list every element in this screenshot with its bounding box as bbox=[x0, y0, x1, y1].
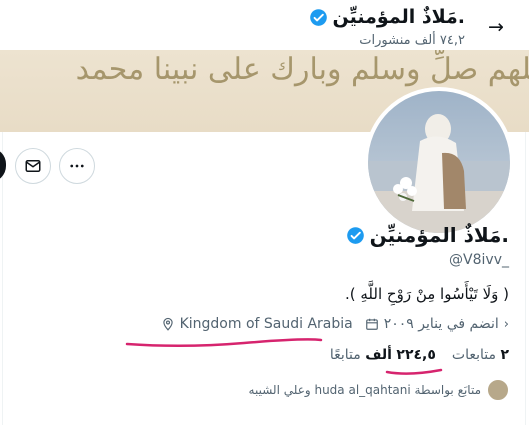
profile-bio: ( وَلَا تَيْأَسُوا مِنْ رَوْحِ اللَّهِ )… bbox=[344, 285, 509, 303]
back-button[interactable]: → bbox=[481, 12, 511, 42]
verified-badge-icon bbox=[309, 8, 327, 26]
followers-link[interactable]: ٢٢٤,٥ ألف متابعًا bbox=[330, 347, 436, 363]
location-pin-icon bbox=[162, 317, 173, 331]
followers-label: متابعًا bbox=[329, 347, 361, 363]
followers-unit: ألف bbox=[365, 347, 392, 363]
followers-count: ٢٢٤,٥ bbox=[396, 347, 436, 363]
chevron-left-icon: ‹ bbox=[503, 316, 509, 332]
profile-name-row: .مَلاذٌ المؤمنيِّن bbox=[346, 223, 509, 247]
verified-badge-icon[interactable] bbox=[346, 226, 365, 245]
header-name: .مَلاذٌ المؤمنيِّن bbox=[332, 6, 465, 28]
follow-button[interactable] bbox=[0, 148, 6, 182]
mutual-avatar bbox=[487, 379, 509, 401]
profile-handle: @V8ivv_ bbox=[449, 252, 509, 268]
header-posts-count: ٧٤,٢ ألف منشورات bbox=[359, 33, 465, 48]
profile-header: → .مَلاذٌ المؤمنيِّن ٧٤,٢ ألف منشورات bbox=[0, 0, 529, 50]
followers-underline-annotation bbox=[385, 368, 443, 375]
avatar-image bbox=[368, 91, 510, 233]
joined-date: ‹ انضم في يناير ٢٠٠٩ bbox=[365, 316, 509, 332]
profile-meta-row: ‹ انضم في يناير ٢٠٠٩ Kingdom of Saudi Ar… bbox=[161, 316, 509, 332]
more-icon bbox=[70, 164, 84, 168]
mail-icon bbox=[25, 160, 41, 172]
banner-calligraphy: اللهم صلِّ وسلم وبارك على نبينا محمد bbox=[75, 52, 529, 87]
arrow-right-icon: → bbox=[488, 16, 504, 38]
joined-text: انضم في يناير ٢٠٠٩ bbox=[383, 316, 499, 332]
following-link[interactable]: ٢ متابعات bbox=[452, 347, 509, 363]
calendar-icon bbox=[365, 318, 378, 330]
more-button[interactable] bbox=[59, 148, 95, 184]
location-underline-annotation bbox=[125, 338, 323, 348]
following-count: ٢ bbox=[500, 347, 509, 363]
mutual-text: متابَع بواسطة huda al_qahtani وعلي الشيب… bbox=[248, 383, 481, 397]
profile-avatar[interactable] bbox=[364, 87, 514, 237]
profile-name: .مَلاذٌ المؤمنيِّن bbox=[369, 223, 509, 247]
message-button[interactable] bbox=[15, 148, 51, 184]
following-label: متابعات bbox=[451, 347, 496, 363]
mutual-followers[interactable]: متابَع بواسطة huda al_qahtani وعلي الشيب… bbox=[249, 379, 509, 401]
follow-counts: ٢ متابعات ٢٢٤,٥ ألف متابعًا bbox=[330, 347, 509, 363]
location-text: Kingdom of Saudi Arabia bbox=[179, 316, 353, 332]
profile-location: Kingdom of Saudi Arabia bbox=[161, 316, 353, 332]
header-name-row: .مَلاذٌ المؤمنيِّن bbox=[309, 6, 465, 28]
